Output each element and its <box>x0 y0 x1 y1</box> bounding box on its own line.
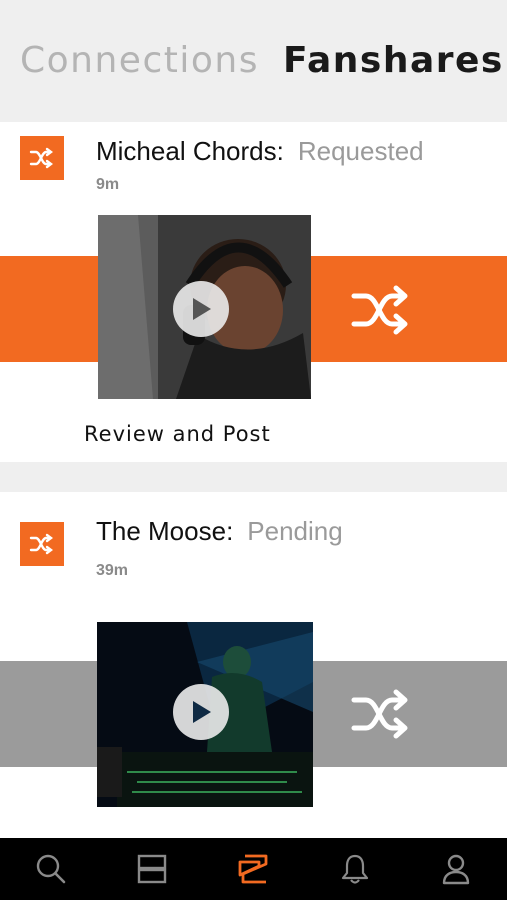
nav-fanshare[interactable] <box>223 838 283 900</box>
play-button[interactable] <box>173 281 229 337</box>
shuffle-badge <box>20 136 64 180</box>
share-shuffle-icon[interactable] <box>350 686 410 742</box>
bell-icon <box>341 854 368 884</box>
fanshare-title: The Moose: Pending <box>96 516 343 547</box>
feed-divider <box>0 462 507 492</box>
play-button[interactable] <box>173 684 229 740</box>
shuffle-icon <box>29 533 53 555</box>
play-icon <box>193 701 211 723</box>
video-thumbnail[interactable] <box>97 622 313 807</box>
bottom-nav <box>0 838 507 900</box>
fanshare-card-2: The Moose: Pending 39m <box>0 492 507 838</box>
top-tab-bar: Connections Fanshares <box>0 0 507 122</box>
timestamp: 9m <box>96 176 120 193</box>
shuffle-icon <box>29 147 53 169</box>
video-thumbnail[interactable] <box>98 215 311 399</box>
review-and-post-button[interactable]: Review and Post <box>84 422 271 446</box>
play-icon <box>193 298 211 320</box>
tab-fanshares[interactable]: Fanshares <box>283 40 504 81</box>
artist-name[interactable]: The Moose: <box>96 516 233 546</box>
feed-icon <box>137 854 167 884</box>
artist-name[interactable]: Micheal Chords: <box>96 136 284 166</box>
tab-connections[interactable]: Connections <box>20 40 259 81</box>
nav-notifications[interactable] <box>325 838 385 900</box>
fanshare-status: Requested <box>297 136 424 166</box>
search-icon <box>36 854 65 884</box>
timestamp: 39m <box>96 562 129 579</box>
nav-search[interactable] <box>21 838 81 900</box>
fanshare-card-1: Micheal Chords: Requested 9m Review and P… <box>0 122 507 462</box>
nav-feed[interactable] <box>122 838 182 900</box>
fanshare-title: Micheal Chords: Requested <box>96 136 424 167</box>
nav-profile[interactable] <box>426 838 486 900</box>
fanshare-icon <box>239 854 268 884</box>
fanshare-status: Pending <box>247 516 343 546</box>
share-shuffle-icon[interactable] <box>350 282 410 338</box>
shuffle-badge <box>20 522 64 566</box>
profile-icon <box>443 854 470 885</box>
